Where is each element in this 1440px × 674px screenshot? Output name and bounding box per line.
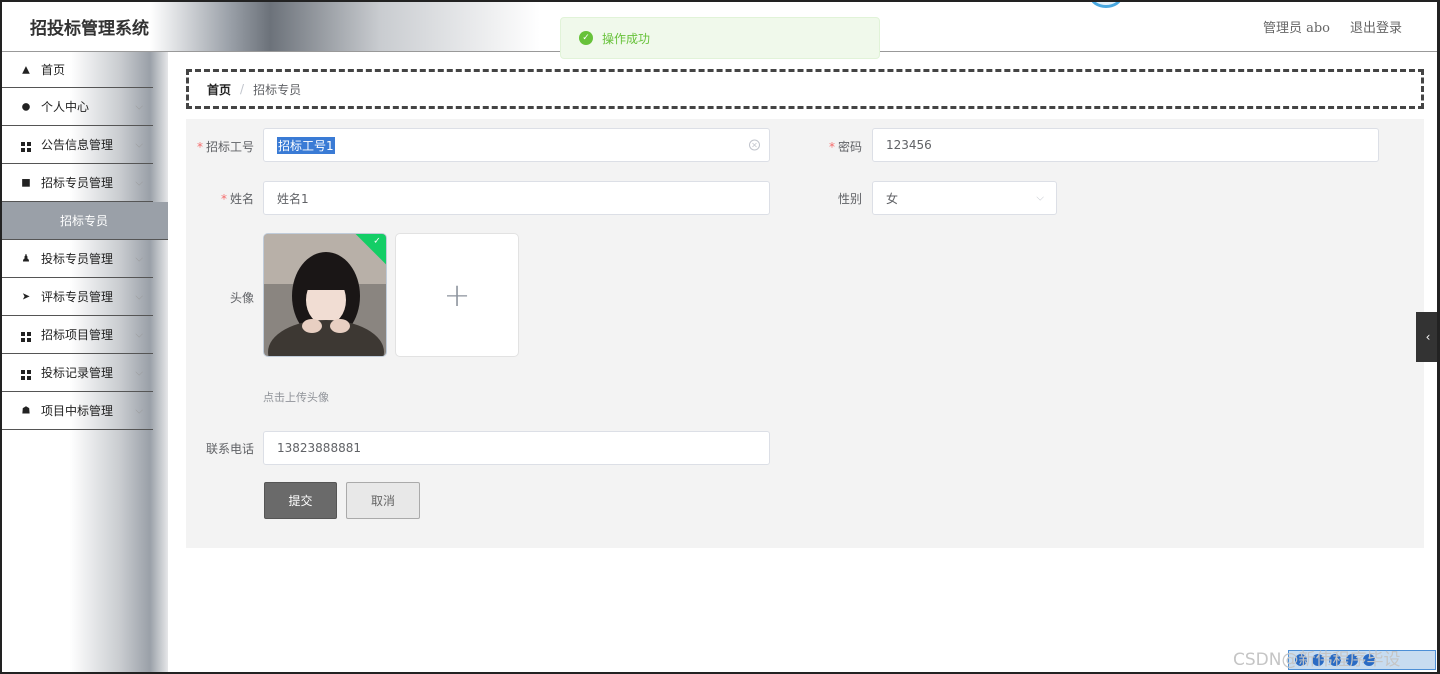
avatar-hint: 点击上传头像 <box>263 391 329 404</box>
submit-button[interactable]: 提交 <box>264 482 337 519</box>
breadcrumb: 首页 / 招标专员 <box>186 69 1424 109</box>
phone-input[interactable]: 13823888881 <box>263 431 770 465</box>
sidebar: ▲ 首页 ● 个人中心 ⌵ 公告信息管理 ⌵ ■ 招标专员管理 ⌵ 招标专员 ♟… <box>0 52 168 674</box>
grid-icon <box>20 328 32 342</box>
header-user-area: 管理员 abo 退出登录 <box>1263 17 1402 36</box>
gender-label: 性别 <box>837 192 862 206</box>
required-mark: * <box>828 140 835 154</box>
password-value: 123456 <box>886 138 932 152</box>
clear-icon[interactable]: × <box>749 139 760 151</box>
chevron-down-icon: ⌵ <box>135 101 143 112</box>
password-label: * 密码 <box>828 140 862 154</box>
chevron-down-icon: ⌵ <box>135 405 143 416</box>
tender-id-label: * 招标工号 <box>196 140 254 154</box>
breadcrumb-home[interactable]: 首页 <box>207 81 231 98</box>
chevron-down-icon: ⌵ <box>135 329 143 340</box>
user-tie-icon: ♟ <box>21 253 31 264</box>
current-user-label: 管理员 abo <box>1262 21 1330 36</box>
sidebar-item-label: 个人中心 <box>41 100 90 114</box>
name-input[interactable]: 姓名1 <box>263 181 770 215</box>
avatar-photo <box>264 234 386 356</box>
side-panel-toggle[interactable]: ‹ <box>1416 312 1440 362</box>
chevron-down-icon: ⌵ <box>135 291 143 302</box>
chevron-down-icon: ⌵ <box>135 177 143 188</box>
thumbs-up-icon: ☗ <box>21 405 31 416</box>
avatar-decoration <box>1090 0 1122 8</box>
plus-icon: + <box>443 276 471 314</box>
breadcrumb-separator: / <box>240 82 245 96</box>
grid-icon <box>20 138 32 152</box>
sidebar-item-label: 首页 <box>41 63 66 77</box>
user-icon: ● <box>21 101 31 112</box>
sidebar-item-home[interactable]: ▲ 首页 <box>0 52 153 88</box>
logout-link[interactable]: 退出登录 <box>1350 17 1402 36</box>
chevron-left-icon: ‹ <box>1425 330 1431 344</box>
sidebar-item-tender-projects[interactable]: 招标项目管理 ⌵ <box>0 316 153 354</box>
csdn-watermark: CSDN@新伟程序毕设 <box>1233 650 1401 670</box>
toast-message: 操作成功 <box>602 31 651 46</box>
chevron-down-icon: ⌵ <box>135 139 143 150</box>
required-mark: * <box>196 140 203 154</box>
chevron-down-icon: ⌵ <box>1036 192 1044 204</box>
sidebar-item-profile[interactable]: ● 个人中心 ⌵ <box>0 88 153 126</box>
sidebar-item-label: 评标专员管理 <box>41 290 114 304</box>
phone-label: 联系电话 <box>205 442 254 456</box>
tender-id-input[interactable]: 招标工号1 × <box>263 128 770 162</box>
success-toast: ✓ 操作成功 <box>560 17 880 59</box>
sidebar-item-label: 投标记录管理 <box>41 366 114 380</box>
gender-value: 女 <box>886 191 899 206</box>
success-check-icon: ✓ <box>579 31 593 45</box>
chevron-down-icon: ⌵ <box>135 253 143 264</box>
breadcrumb-current: 招标专员 <box>253 82 302 97</box>
briefcase-icon: ■ <box>21 177 31 188</box>
sidebar-item-label: 项目中标管理 <box>41 404 114 418</box>
avatar-label: 头像 <box>229 291 254 305</box>
sidebar-item-bid-records[interactable]: 投标记录管理 ⌵ <box>0 354 153 392</box>
name-value: 姓名1 <box>277 191 309 206</box>
avatar-upload-button[interactable]: + <box>395 233 519 357</box>
password-input[interactable]: 123456 <box>872 128 1379 162</box>
phone-value: 13823888881 <box>277 441 361 455</box>
name-label: * 姓名 <box>220 192 254 206</box>
home-icon: ▲ <box>22 64 30 75</box>
grid-icon <box>20 366 32 380</box>
sidebar-item-label: 投标专员管理 <box>41 252 114 266</box>
app-title: 招投标管理系统 <box>30 19 149 39</box>
sidebar-item-tender-specialists[interactable]: ■ 招标专员管理 ⌵ <box>0 164 153 202</box>
avatar-thumbnail[interactable]: ✓ <box>263 233 387 357</box>
sidebar-subitem-tender-specialist[interactable]: 招标专员 <box>0 202 168 240</box>
required-mark: * <box>220 192 227 206</box>
sidebar-item-bid-specialists[interactable]: ♟ 投标专员管理 ⌵ <box>0 240 153 278</box>
paper-plane-icon: ➤ <box>21 291 31 302</box>
cancel-button[interactable]: 取消 <box>346 482 420 519</box>
sidebar-item-label: 招标专员管理 <box>41 176 114 190</box>
gender-select[interactable]: 女 ⌵ <box>872 181 1057 215</box>
sidebar-item-label: 招标项目管理 <box>41 328 114 342</box>
sidebar-item-notices[interactable]: 公告信息管理 ⌵ <box>0 126 153 164</box>
edit-form: * 招标工号 招标工号1 × * 密码 123456 * 姓名 姓名1 性别 女 ⌵ … <box>186 119 1424 548</box>
sidebar-item-label: 公告信息管理 <box>41 138 114 152</box>
chevron-down-icon: ⌵ <box>135 367 143 378</box>
check-icon: ✓ <box>373 236 381 247</box>
tender-id-value: 招标工号1 <box>277 136 335 154</box>
sidebar-item-evaluation-specialists[interactable]: ➤ 评标专员管理 ⌵ <box>0 278 153 316</box>
sidebar-item-project-awards[interactable]: ☗ 项目中标管理 ⌵ <box>0 392 153 430</box>
